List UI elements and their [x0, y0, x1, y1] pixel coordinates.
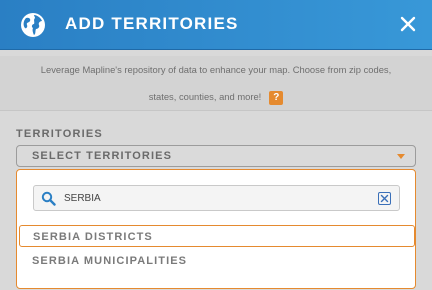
result-item-serbia-districts[interactable]: SERBIA DISTRICTS — [19, 225, 415, 247]
modal-description: Leverage Mapline's repository of data to… — [0, 56, 432, 110]
add-territories-modal: ADD TERRITORIES Leverage Mapline's repos… — [0, 0, 432, 290]
territories-dropdown-panel: SERBIA DISTRICTS SERBIA MUNICIPALITIES — [16, 169, 416, 289]
description-line-1: Leverage Mapline's repository of data to… — [40, 64, 392, 75]
select-territories-dropdown[interactable]: SELECT TERRITORIES — [16, 145, 416, 167]
close-icon[interactable] — [398, 14, 418, 34]
search-input[interactable] — [64, 189, 364, 207]
select-territories-label: SELECT TERRITORIES — [32, 150, 172, 162]
globe-icon — [20, 12, 46, 38]
help-icon[interactable]: ? — [269, 90, 284, 105]
search-icon — [41, 191, 56, 206]
divider — [0, 110, 432, 111]
clear-search-icon[interactable] — [378, 192, 391, 205]
result-item-label: SERBIA DISTRICTS — [33, 231, 153, 243]
description-line-2: states, counties, and more! — [148, 91, 262, 102]
modal-header: ADD TERRITORIES — [0, 0, 432, 50]
search-box — [33, 185, 400, 211]
result-item-label: SERBIA MUNICIPALITIES — [32, 255, 188, 267]
modal-title: ADD TERRITORIES — [65, 14, 239, 33]
chevron-down-icon — [397, 154, 405, 159]
result-item-serbia-municipalities[interactable]: SERBIA MUNICIPALITIES — [19, 250, 415, 272]
territories-label: TERRITORIES — [16, 128, 103, 140]
